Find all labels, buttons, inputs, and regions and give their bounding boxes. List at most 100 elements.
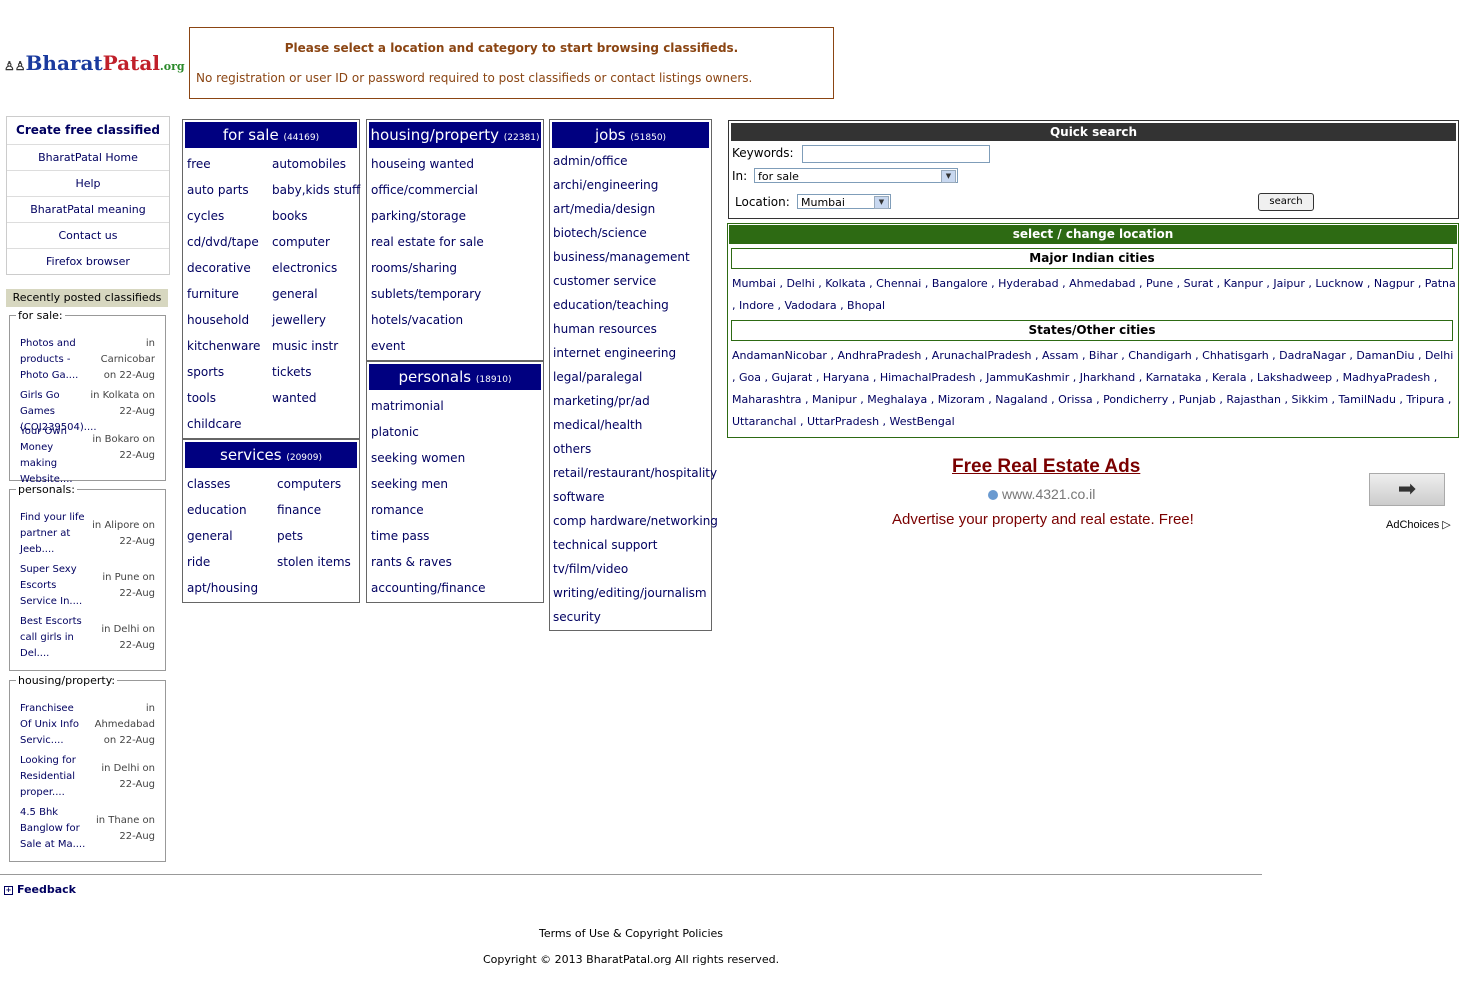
category-link[interactable]: apt/housing (187, 581, 258, 595)
category-link[interactable]: others (553, 442, 591, 456)
major-cities-list[interactable]: Mumbai , Delhi , Kolkata , Chennai , Ban… (732, 273, 1456, 317)
category-link[interactable]: auto parts (187, 183, 249, 197)
nav-meaning[interactable]: BharatPatal meaning (7, 197, 169, 223)
category-link[interactable]: pets (277, 529, 303, 543)
category-link[interactable]: kitchenware (187, 339, 260, 353)
ad-url-text[interactable]: www.4321.co.il (1002, 486, 1095, 502)
category-link[interactable]: finance (277, 503, 321, 517)
feedback-link[interactable]: + Feedback (4, 883, 76, 896)
category-link[interactable]: baby,kids stuff (272, 183, 360, 197)
ad-url[interactable]: www.4321.co.il (988, 486, 1095, 502)
category-link[interactable]: computer (272, 235, 330, 249)
category-link[interactable]: houseing wanted (371, 157, 474, 171)
category-link[interactable]: cd/dvd/tape (187, 235, 259, 249)
nav-firefox[interactable]: Firefox browser (7, 249, 169, 274)
list-item[interactable]: Girls Go Games (COJ239504).... in Kolkat… (20, 388, 155, 433)
category-link[interactable]: retail/restaurant/hospitality (553, 466, 717, 480)
recent-item-title[interactable]: Best Escorts call girls in Del.... (20, 614, 88, 662)
category-link[interactable]: tickets (272, 365, 312, 379)
category-link[interactable]: classes (187, 477, 230, 491)
category-link[interactable]: platonic (371, 425, 419, 439)
nav-create-classified[interactable]: Create free classified (7, 117, 169, 145)
location-select[interactable]: Mumbai ▼ (797, 194, 891, 209)
list-item[interactable]: Best Escorts call girls in Del.... in De… (20, 614, 155, 662)
category-link[interactable]: human resources (553, 322, 657, 336)
category-link[interactable]: education/teaching (553, 298, 669, 312)
recent-item-title[interactable]: Photos and products - Photo Ga.... (20, 336, 88, 384)
category-link[interactable]: automobiles (272, 157, 346, 171)
category-link[interactable]: rants & raves (371, 555, 452, 569)
category-link[interactable]: general (272, 287, 318, 301)
adchoices-icon[interactable]: ▷ (1442, 519, 1450, 531)
category-link[interactable]: event (371, 339, 405, 353)
plus-icon[interactable]: + (4, 885, 13, 895)
recent-item-title[interactable]: Find your life partner at Jeeb.... (20, 510, 88, 558)
category-link[interactable]: stolen items (277, 555, 351, 569)
recent-item-title[interactable]: Looking for Residential proper.... (20, 753, 88, 801)
recent-item-title[interactable]: Super Sexy Escorts Service In.... (20, 562, 88, 610)
category-link[interactable]: general (187, 529, 233, 543)
category-header-housing[interactable]: housing/property (22381) (369, 122, 541, 148)
category-link[interactable]: rooms/sharing (371, 261, 457, 275)
category-link[interactable]: archi/engineering (553, 178, 658, 192)
category-link[interactable]: sports (187, 365, 224, 379)
nav-contact[interactable]: Contact us (7, 223, 169, 249)
category-link[interactable]: internet engineering (553, 346, 676, 360)
list-item[interactable]: Photos and products - Photo Ga.... in Ca… (20, 336, 155, 384)
category-link[interactable]: sublets/temporary (371, 287, 481, 301)
search-button[interactable]: search (1258, 193, 1314, 211)
category-link[interactable]: customer service (553, 274, 656, 288)
nav-help[interactable]: Help (7, 171, 169, 197)
category-link[interactable]: real estate for sale (371, 235, 484, 249)
keywords-input[interactable] (802, 145, 990, 163)
category-select[interactable]: for sale ▼ (754, 168, 958, 183)
adchoices[interactable]: AdChoices ▷ (1386, 518, 1451, 531)
category-link[interactable]: art/media/design (553, 202, 655, 216)
nav-home[interactable]: BharatPatal Home (7, 145, 169, 171)
recent-item-title[interactable]: Franchisee Of Unix Info Servic.... (20, 701, 88, 749)
site-logo[interactable]: ♙♙BharatPatal.org (4, 52, 185, 78)
category-link[interactable]: household (187, 313, 249, 327)
arrow-right-icon[interactable]: ➡ (1369, 473, 1445, 506)
category-link[interactable]: wanted (272, 391, 316, 405)
category-link[interactable]: hotels/vacation (371, 313, 463, 327)
chevron-down-icon[interactable]: ▼ (874, 196, 889, 209)
category-link[interactable]: tools (187, 391, 216, 405)
category-header-for-sale[interactable]: for sale (44169) (185, 122, 357, 148)
category-link[interactable]: software (553, 490, 605, 504)
list-item[interactable]: Franchisee Of Unix Info Servic.... in Ah… (20, 701, 155, 749)
category-link[interactable]: business/management (553, 250, 690, 264)
category-link[interactable]: furniture (187, 287, 239, 301)
category-link[interactable]: childcare (187, 417, 242, 431)
feedback-label[interactable]: Feedback (17, 883, 76, 896)
adchoices-label[interactable]: AdChoices (1386, 519, 1439, 531)
ad-text[interactable]: Advertise your property and real estate.… (892, 511, 1194, 528)
category-link[interactable]: marketing/pr/ad (553, 394, 650, 408)
category-link[interactable]: office/commercial (371, 183, 478, 197)
category-link[interactable]: medical/health (553, 418, 642, 432)
category-link[interactable]: books (272, 209, 308, 223)
list-item[interactable]: Super Sexy Escorts Service In.... in Pun… (20, 562, 155, 610)
category-link[interactable]: free (187, 157, 211, 171)
category-link[interactable]: seeking women (371, 451, 465, 465)
category-link[interactable]: ride (187, 555, 210, 569)
category-link[interactable]: legal/paralegal (553, 370, 642, 384)
list-item[interactable]: Find your life partner at Jeeb.... in Al… (20, 510, 155, 558)
category-header-jobs[interactable]: jobs (51850) (552, 122, 709, 148)
states-list[interactable]: AndamanNicobar , AndhraPradesh , Arunach… (732, 345, 1456, 433)
category-link[interactable]: technical support (553, 538, 657, 552)
category-link[interactable]: decorative (187, 261, 251, 275)
category-link[interactable]: comp hardware/networking (553, 514, 718, 528)
chevron-down-icon[interactable]: ▼ (941, 170, 956, 183)
category-link[interactable]: matrimonial (371, 399, 444, 413)
list-item[interactable]: Looking for Residential proper.... in De… (20, 753, 155, 801)
category-link[interactable]: education (187, 503, 247, 517)
category-link[interactable]: seeking men (371, 477, 448, 491)
category-title[interactable]: personals (398, 368, 471, 386)
list-item[interactable]: 4.5 Bhk Banglow for Sale at Ma.... in Th… (20, 805, 155, 853)
category-link[interactable]: accounting/finance (371, 581, 486, 595)
category-link[interactable]: parking/storage (371, 209, 466, 223)
category-link[interactable]: computers (277, 477, 341, 491)
recent-item-title[interactable]: Your Own Money making Website.... (20, 424, 88, 488)
category-header-services[interactable]: services (20909) (185, 442, 357, 468)
